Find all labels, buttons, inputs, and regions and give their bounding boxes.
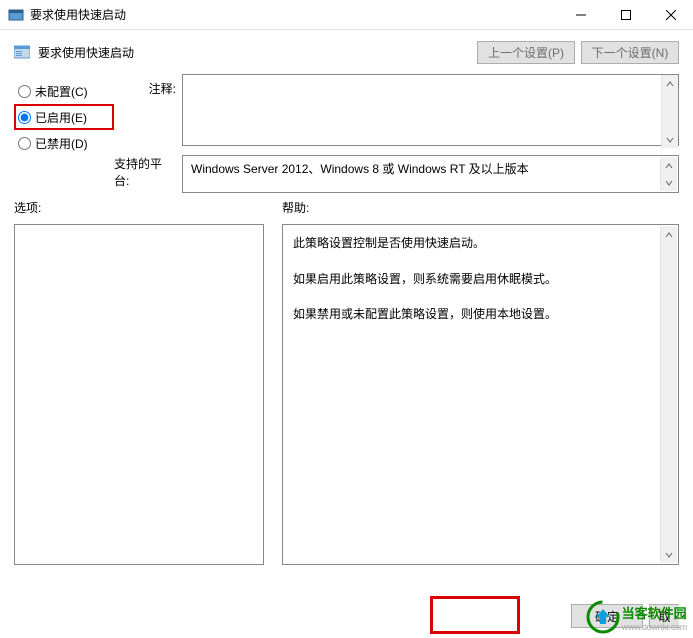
state-radio-group: 未配置(C) 已启用(E) 已禁用(D) [14,74,114,193]
platform-label: 支持的平台: [114,155,176,189]
comment-textarea[interactable] [182,74,679,146]
minimize-button[interactable] [558,0,603,30]
policy-header: 要求使用快速启动 上一个设置(P) 下一个设置(N) [0,30,693,74]
help-scrollbar[interactable] [660,226,677,563]
options-box [14,224,264,565]
radio-enabled-input[interactable] [18,111,31,124]
radio-not-configured-input[interactable] [18,85,31,98]
supported-platform-text: Windows Server 2012、Windows 8 或 Windows … [191,162,529,176]
radio-disabled-input[interactable] [18,137,31,150]
radio-disabled[interactable]: 已禁用(D) [14,132,114,154]
policy-icon [14,44,30,60]
radio-not-configured[interactable]: 未配置(C) [14,80,114,102]
app-icon [8,7,24,23]
comment-scrollbar[interactable] [661,75,678,148]
help-box: 此策略设置控制是否使用快速启动。 如果启用此策略设置，则系统需要启用休眠模式。 … [282,224,679,565]
radio-enabled[interactable]: 已启用(E) [14,104,114,130]
radio-enabled-label: 已启用(E) [35,109,87,126]
scroll-up-icon[interactable] [661,157,677,174]
comment-label: 注释: [149,80,176,97]
help-paragraph: 如果禁用或未配置此策略设置，则使用本地设置。 [293,304,656,326]
supported-platform-box: Windows Server 2012、Windows 8 或 Windows … [182,155,679,193]
help-label: 帮助: [282,199,679,216]
window-title: 要求使用快速启动 [30,6,126,23]
help-paragraph: 此策略设置控制是否使用快速启动。 [293,233,656,255]
cancel-button[interactable]: 取 [649,604,679,628]
ok-button[interactable]: 确定 [571,604,643,628]
close-button[interactable] [648,0,693,30]
help-paragraph: 如果启用此策略设置，则系统需要启用休眠模式。 [293,269,656,291]
options-label: 选项: [14,199,264,216]
scroll-down-icon[interactable] [661,546,677,563]
radio-not-configured-label: 未配置(C) [35,83,88,100]
highlight-box-icon [430,596,520,634]
previous-setting-button[interactable]: 上一个设置(P) [477,41,575,64]
policy-title: 要求使用快速启动 [38,44,134,61]
dialog-footer: 确定 取 [571,604,679,628]
platform-scrollbar[interactable] [660,157,677,191]
maximize-button[interactable] [603,0,648,30]
radio-disabled-label: 已禁用(D) [35,135,88,152]
scroll-up-icon[interactable] [661,226,677,243]
window-titlebar: 要求使用快速启动 [0,0,693,30]
next-setting-button[interactable]: 下一个设置(N) [581,41,679,64]
scroll-down-icon[interactable] [661,174,677,191]
scroll-down-icon[interactable] [662,131,678,148]
scroll-up-icon[interactable] [662,75,678,92]
